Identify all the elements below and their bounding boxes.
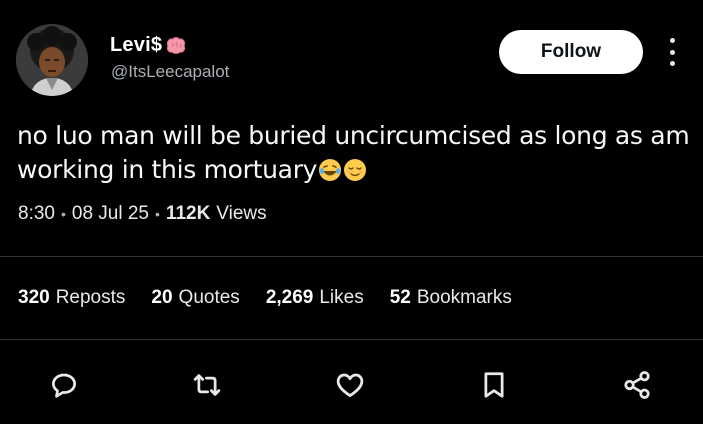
stat-number: 20 xyxy=(151,287,173,308)
more-vertical-icon[interactable] xyxy=(660,36,684,68)
laughing-emoji-icon xyxy=(319,159,342,181)
stat-bookmarks[interactable]: 52 Bookmarks xyxy=(390,287,512,309)
brain-emoji-icon xyxy=(167,36,186,54)
stat-quotes[interactable]: 20 Quotes xyxy=(151,287,239,309)
bookmark-icon[interactable] xyxy=(477,368,511,402)
stat-number: 2,269 xyxy=(265,287,314,308)
tweet-time[interactable]: 8:30 xyxy=(18,203,55,225)
author-handle[interactable]: @ItsLeecapalot xyxy=(111,62,229,82)
follow-button[interactable]: Follow xyxy=(499,30,643,74)
stat-number: 52 xyxy=(389,287,411,308)
author-display-name[interactable]: Levi$ xyxy=(110,34,162,57)
stat-label: Reposts xyxy=(55,287,126,308)
like-icon[interactable] xyxy=(333,368,367,402)
share-icon[interactable] xyxy=(620,368,654,402)
stat-label: Likes xyxy=(319,287,364,308)
repost-icon[interactable] xyxy=(190,368,224,402)
views-count: 112K xyxy=(165,203,211,224)
tweet-meta: 8:30 • 08 Jul 25 • 112K Views xyxy=(18,203,267,225)
separator-dot: • xyxy=(60,206,66,222)
stat-likes[interactable]: 2,269 Likes xyxy=(266,287,364,309)
avatar-image xyxy=(16,24,88,96)
tweet-date[interactable]: 08 Jul 25 xyxy=(72,203,149,225)
avatar[interactable] xyxy=(16,24,88,96)
author-name-row[interactable]: Levi$ xyxy=(110,34,188,57)
stat-label: Quotes xyxy=(178,287,240,308)
reply-icon[interactable] xyxy=(47,368,81,402)
divider xyxy=(0,256,703,257)
views-label: Views xyxy=(216,203,267,224)
relieved-emoji-icon xyxy=(344,159,367,181)
stat-label: Bookmarks xyxy=(416,287,512,308)
action-bar xyxy=(0,362,703,406)
stat-number: 320 xyxy=(18,287,50,308)
engagement-stats: 320 Reposts 20 Quotes 2,269 Likes 52 Boo… xyxy=(18,287,538,309)
divider xyxy=(0,339,703,340)
stat-reposts[interactable]: 320 Reposts xyxy=(18,287,125,309)
separator-dot: • xyxy=(155,206,160,222)
tweet-text: no luo man will be buried uncircumcised … xyxy=(17,119,697,187)
